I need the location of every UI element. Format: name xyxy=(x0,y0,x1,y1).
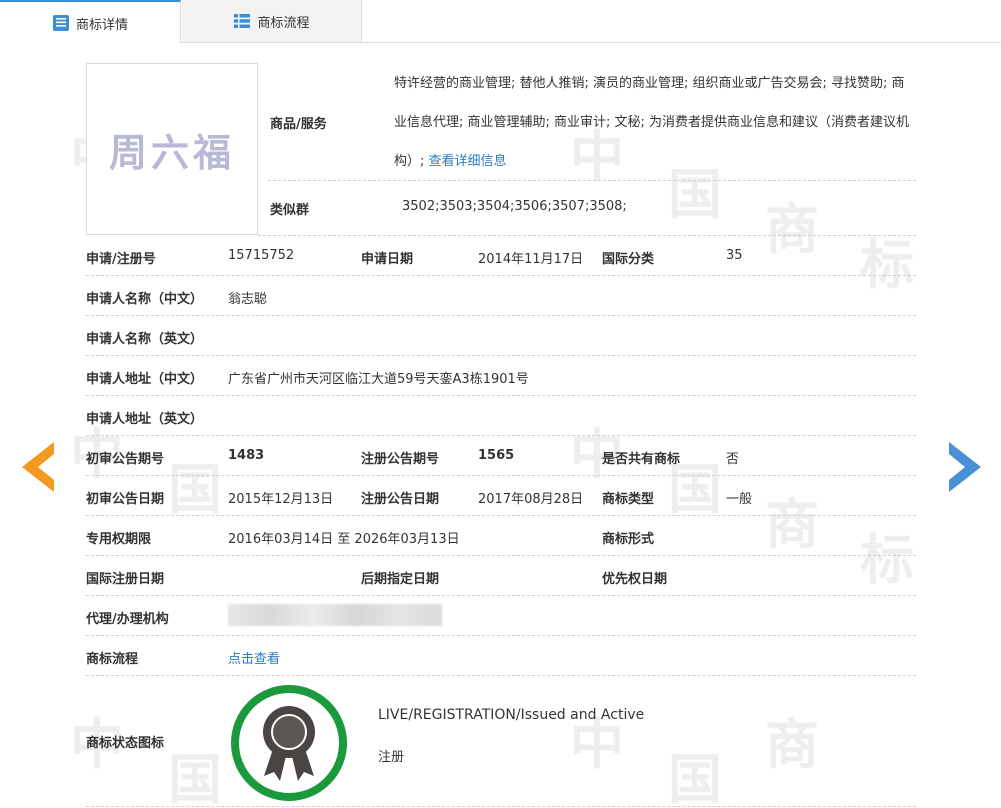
intl-class-value: 35 xyxy=(726,248,743,263)
prelim-no-value: 1483 xyxy=(228,448,265,463)
apply-date-label: 申请日期 xyxy=(361,252,414,267)
watermark: 国 xyxy=(168,747,222,808)
similar-group-label: 类似群 xyxy=(270,203,310,218)
tab-trademark-process[interactable]: 商标流程 xyxy=(182,0,362,43)
divider xyxy=(86,806,916,807)
info-row-dates: 国际注册日期 后期指定日期 优先权日期 xyxy=(86,556,916,596)
previous-arrow-icon[interactable] xyxy=(20,440,56,494)
exclusive-label: 专用权期限 xyxy=(86,532,152,547)
goods-services-label: 商品/服务 xyxy=(270,117,327,132)
info-row-announcement-date: 初审公告日期 2015年12月13日 注册公告日期 2017年08月28日 商标… xyxy=(86,476,916,516)
tab-label: 商标详情 xyxy=(75,17,128,33)
goods-services-text: 特许经营的商业管理; 替他人推销; 演员的商业管理; 组织商业或广告交易会; 寻… xyxy=(394,64,916,181)
address-en-label: 申请人地址（英文） xyxy=(86,412,204,427)
registered-seal-icon xyxy=(231,685,347,801)
apply-date-value: 2014年11月17日 xyxy=(478,252,584,267)
watermark: 商 xyxy=(765,712,819,776)
exclusive-value: 2016年03月14日 至 2026年03月13日 xyxy=(228,532,460,547)
list-icon xyxy=(234,14,251,28)
prelim-no-label: 初审公告期号 xyxy=(86,452,165,467)
divider xyxy=(268,180,916,181)
intl-reg-date-label: 国际注册日期 xyxy=(86,572,165,587)
info-row-address-cn: 申请人地址（中文） 广东省广州市天河区临江大道59号天銮A3栋1901号 xyxy=(86,356,916,396)
status-icon-label: 商标状态图标 xyxy=(86,736,165,751)
shared-value: 否 xyxy=(726,452,740,467)
status-chinese: 注册 xyxy=(378,750,405,765)
applicant-en-label: 申请人名称（英文） xyxy=(86,332,204,347)
agent-value-redacted xyxy=(228,604,442,626)
reg-pub-no-value: 1565 xyxy=(478,448,515,463)
mark-type-label: 商标类型 xyxy=(602,492,655,507)
agent-label: 代理/办理机构 xyxy=(86,612,169,627)
info-row-registration: 申请/注册号 15715752 申请日期 2014年11月17日 国际分类 35 xyxy=(86,236,916,276)
info-row-address-en: 申请人地址（英文） xyxy=(86,396,916,436)
tab-trademark-details[interactable]: 商标详情 xyxy=(0,0,181,44)
view-details-link[interactable]: 查看详细信息 xyxy=(429,154,507,169)
tab-bar: 商标详情 商标流程 xyxy=(0,0,1001,44)
info-row-exclusive: 专用权期限 2016年03月14日 至 2026年03月13日 商标形式 xyxy=(86,516,916,556)
tab-label: 商标流程 xyxy=(257,15,310,31)
priority-date-label: 优先权日期 xyxy=(602,572,668,587)
reg-pub-date-label: 注册公告日期 xyxy=(361,492,440,507)
mark-form-label: 商标形式 xyxy=(602,532,655,547)
view-flow-link[interactable]: 点击查看 xyxy=(228,648,280,667)
status-english: LIVE/REGISTRATION/Issued and Active xyxy=(378,707,645,723)
next-arrow-icon[interactable] xyxy=(947,440,983,494)
mark-type-value: 一般 xyxy=(726,492,753,507)
reg-no-value: 15715752 xyxy=(228,248,295,263)
trademark-logo-text: 周六福 xyxy=(108,129,235,175)
prelim-date-value: 2015年12月13日 xyxy=(228,492,334,507)
later-date-label: 后期指定日期 xyxy=(361,572,440,587)
flow-label: 商标流程 xyxy=(86,652,139,667)
applicant-cn-label: 申请人名称（中文） xyxy=(86,292,204,307)
address-cn-value: 广东省广州市天河区临江大道59号天銮A3栋1901号 xyxy=(228,372,529,387)
similar-group-value: 3502;3503;3504;3506;3507;3508; xyxy=(402,199,627,214)
reg-pub-no-label: 注册公告期号 xyxy=(361,452,440,467)
info-row-applicant-en: 申请人名称（英文） xyxy=(86,316,916,356)
info-row-flow: 商标流程 点击查看 xyxy=(86,636,916,676)
info-row-applicant-cn: 申请人名称（中文） 翁志聪 xyxy=(86,276,916,316)
intl-class-label: 国际分类 xyxy=(602,252,655,267)
document-icon xyxy=(52,15,69,31)
info-row-announcement-no: 初审公告期号 1483 注册公告期号 1565 是否共有商标 否 xyxy=(86,436,916,476)
prelim-date-label: 初审公告日期 xyxy=(86,492,165,507)
info-row-agent: 代理/办理机构 xyxy=(86,596,916,636)
shared-label: 是否共有商标 xyxy=(602,452,681,467)
watermark: 国 xyxy=(668,747,722,808)
applicant-cn-value: 翁志聪 xyxy=(228,292,268,307)
address-cn-label: 申请人地址（中文） xyxy=(86,372,204,387)
reg-pub-date-value: 2017年08月28日 xyxy=(478,492,584,507)
trademark-image: 周六福 xyxy=(86,63,258,235)
reg-no-label: 申请/注册号 xyxy=(86,252,156,267)
